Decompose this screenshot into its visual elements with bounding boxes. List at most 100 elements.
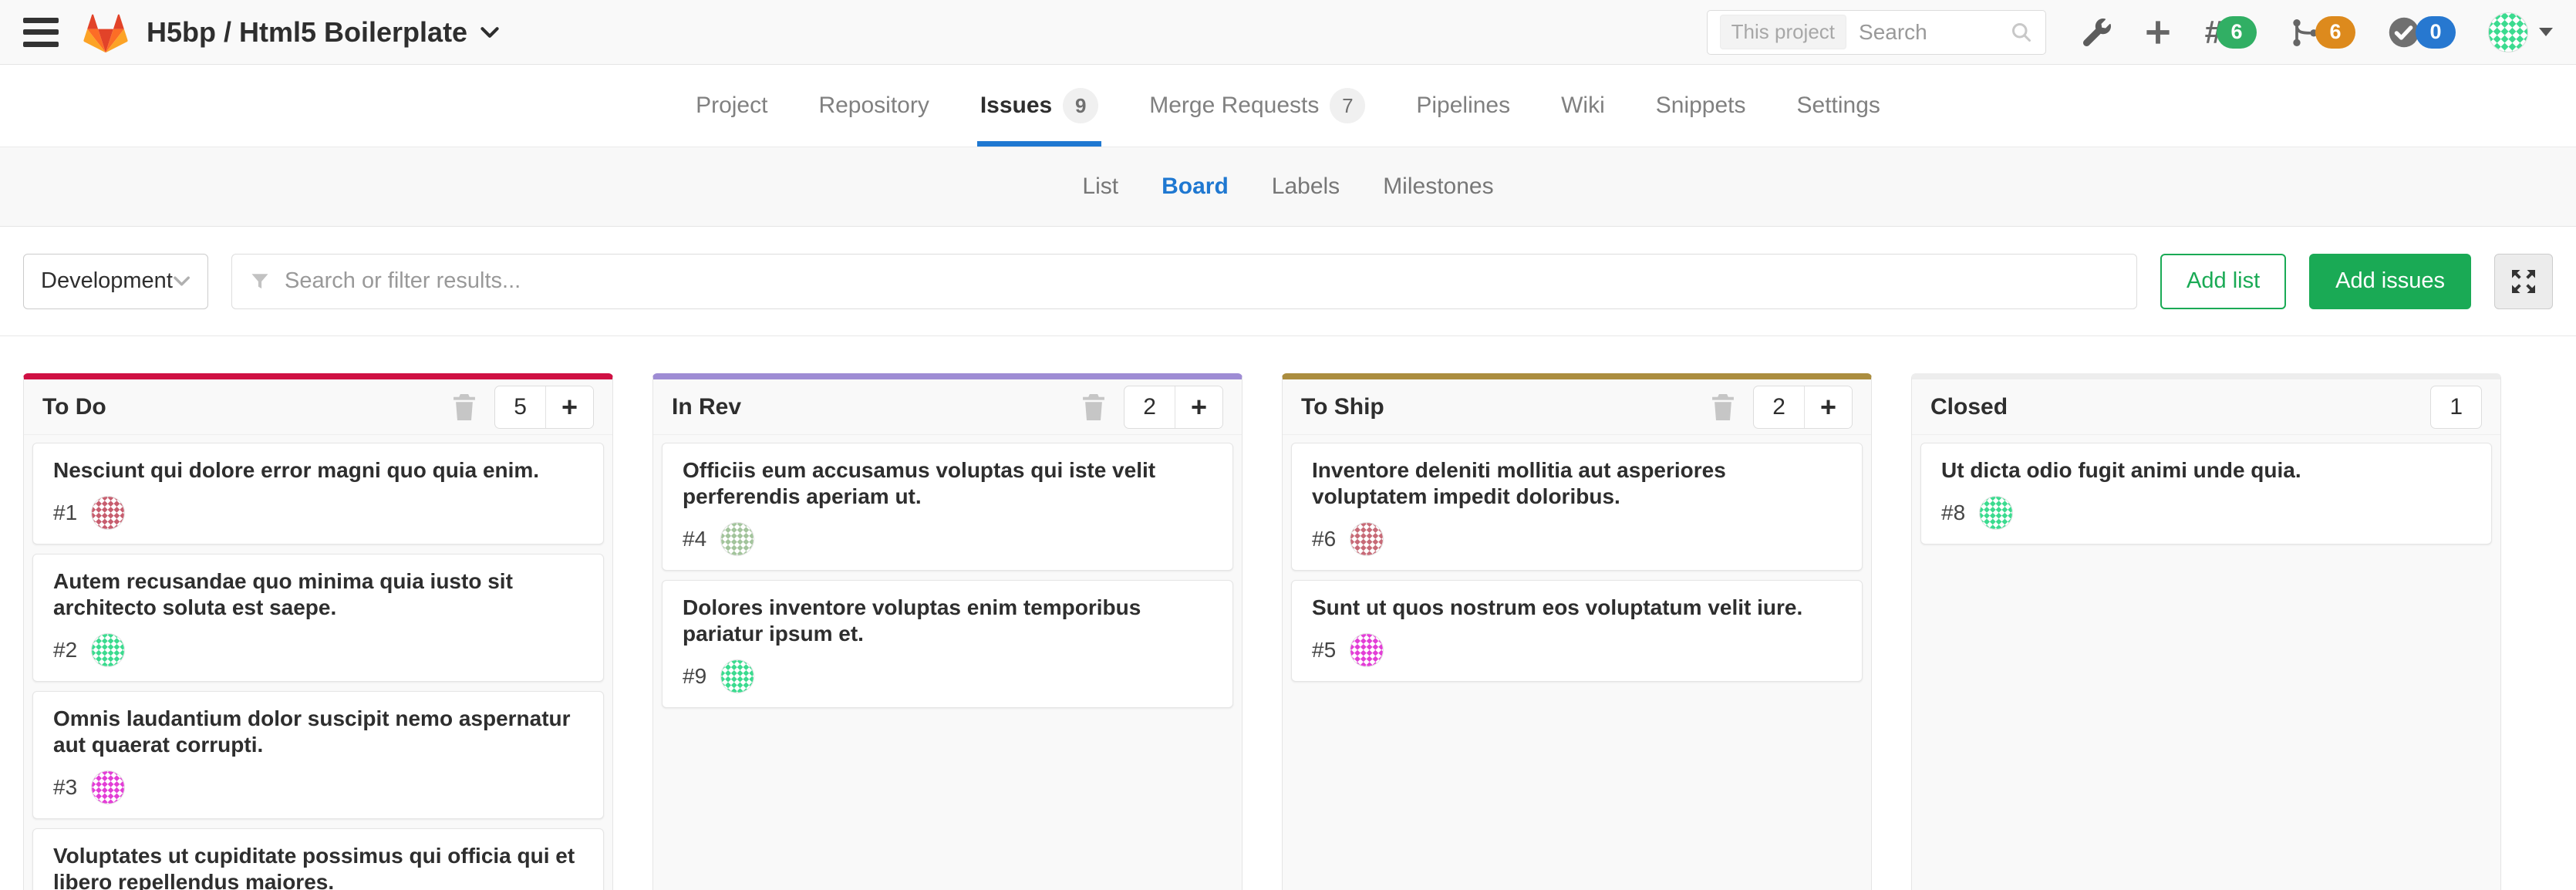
issues-counter[interactable]: # 6 — [2205, 14, 2257, 51]
project-title: H5bp / Html5 Boilerplate — [147, 16, 467, 49]
issue-card[interactable]: Sunt ut quos nostrum eos voluptatum veli… — [1291, 580, 1863, 682]
delete-list-icon[interactable] — [1710, 393, 1736, 422]
tab-wiki[interactable]: Wiki — [1558, 65, 1608, 147]
column-title: In Rev — [672, 394, 1081, 420]
new-plus-icon[interactable] — [2143, 18, 2173, 47]
board-filter-bar: Development Add list Add issues — [0, 227, 2576, 336]
add-list-button[interactable]: Add list — [2160, 254, 2286, 309]
issue-title[interactable]: Autem recusandae quo minima quia iusto s… — [53, 568, 583, 621]
subnav-labels[interactable]: Labels — [1272, 174, 1340, 200]
tab-repository[interactable]: Repository — [815, 65, 932, 147]
list-counter: 2 + — [1753, 386, 1853, 429]
chevron-down-icon — [480, 26, 500, 39]
tab-snippets[interactable]: Snippets — [1653, 65, 1749, 147]
issue-title[interactable]: Voluptates ut cupiditate possimus qui of… — [53, 843, 583, 890]
card-list: Nesciunt qui dolore error magni quo quia… — [24, 435, 612, 890]
column-title: To Do — [42, 394, 451, 420]
issues-count-badge: 6 — [2217, 16, 2257, 49]
issue-title[interactable]: Officiis eum accusamus voluptas qui iste… — [683, 457, 1212, 510]
issue-id: #8 — [1941, 501, 1965, 525]
issue-title[interactable]: Inventore deleniti mollitia aut asperior… — [1312, 457, 1842, 510]
card-list: Inventore deleniti mollitia aut asperior… — [1283, 435, 1871, 699]
chevron-down-icon — [173, 275, 191, 287]
todos-count-badge: 0 — [2416, 16, 2456, 49]
assignee-avatar — [91, 496, 125, 530]
column-header: In Rev 2 + — [653, 379, 1242, 435]
top-navbar: H5bp / Html5 Boilerplate This project Se… — [0, 0, 2576, 65]
issue-id: #2 — [53, 638, 77, 662]
issue-card[interactable]: Inventore deleniti mollitia aut asperior… — [1291, 443, 1863, 571]
list-counter: 1 — [2430, 386, 2482, 429]
fullscreen-button[interactable] — [2494, 254, 2553, 309]
admin-wrench-icon[interactable] — [2083, 19, 2111, 46]
add-issue-to-list-button[interactable]: + — [1175, 386, 1222, 428]
issue-title[interactable]: Sunt ut quos nostrum eos voluptatum veli… — [1312, 595, 1842, 621]
subnav-board[interactable]: Board — [1162, 174, 1229, 200]
issue-title[interactable]: Ut dicta odio fugit animi unde quia. — [1941, 457, 2471, 484]
column-title: To Ship — [1301, 394, 1710, 420]
hamburger-menu-icon[interactable] — [23, 18, 59, 47]
user-menu[interactable] — [2488, 12, 2553, 52]
issue-count: 2 — [1754, 386, 1804, 428]
tab-settings[interactable]: Settings — [1794, 65, 1883, 147]
issue-count: 5 — [495, 386, 545, 428]
delete-list-icon[interactable] — [451, 393, 477, 422]
issue-card[interactable]: Nesciunt qui dolore error magni quo quia… — [32, 443, 604, 544]
mr-tab-badge: 7 — [1330, 88, 1365, 123]
issue-card[interactable]: Voluptates ut cupiditate possimus qui of… — [32, 828, 604, 890]
board-column-to-ship: To Ship 2 + Inventore deleniti mollitia … — [1282, 373, 1872, 890]
add-issue-to-list-button[interactable]: + — [545, 386, 593, 428]
issue-board: To Do 5 + Nesciunt qui dolore error magn… — [0, 336, 2576, 889]
subnav-list[interactable]: List — [1082, 174, 1118, 200]
tab-issues[interactable]: Issues 9 — [977, 65, 1101, 147]
assignee-avatar — [1350, 522, 1384, 556]
board-selector-dropdown[interactable]: Development — [23, 254, 208, 309]
issue-id: #3 — [53, 775, 77, 800]
issue-id: #6 — [1312, 527, 1336, 551]
todos-counter[interactable]: 0 — [2388, 16, 2456, 49]
issue-id: #1 — [53, 501, 77, 525]
fullscreen-expand-icon — [2507, 265, 2540, 298]
issue-title[interactable]: Nesciunt qui dolore error magni quo quia… — [53, 457, 583, 484]
column-title: Closed — [1930, 394, 2430, 420]
project-nav: Project Repository Issues 9 Merge Reques… — [0, 65, 2576, 147]
issue-title[interactable]: Omnis laudantium dolor suscipit nemo asp… — [53, 706, 583, 758]
column-header: Closed 1 — [1912, 379, 2500, 435]
tab-pipelines[interactable]: Pipelines — [1413, 65, 1513, 147]
delete-list-icon[interactable] — [1081, 393, 1107, 422]
add-issue-to-list-button[interactable]: + — [1804, 386, 1852, 428]
assignee-avatar — [1350, 633, 1384, 667]
issue-card[interactable]: Omnis laudantium dolor suscipit nemo asp… — [32, 691, 604, 819]
issue-id: #4 — [683, 527, 706, 551]
board-column-closed: Closed 1 Ut dicta odio fugit animi unde … — [1911, 373, 2501, 890]
issue-card[interactable]: Autem recusandae quo minima quia iusto s… — [32, 554, 604, 682]
assignee-avatar — [1979, 496, 2013, 530]
subnav-milestones[interactable]: Milestones — [1383, 174, 1493, 200]
filter-search-input[interactable] — [285, 268, 2119, 294]
assignee-avatar — [91, 770, 125, 804]
mr-count-badge: 6 — [2315, 16, 2355, 49]
issue-card[interactable]: Ut dicta odio fugit animi unde quia. #8 — [1920, 443, 2492, 544]
issue-count: 1 — [2431, 386, 2481, 428]
column-header: To Ship 2 + — [1283, 379, 1871, 435]
column-header: To Do 5 + — [24, 379, 612, 435]
board-column-todo: To Do 5 + Nesciunt qui dolore error magn… — [23, 373, 613, 890]
search-placeholder: Search — [1859, 20, 1998, 45]
gitlab-logo-icon[interactable] — [82, 10, 130, 55]
board-column-in-rev: In Rev 2 + Officiis eum accusamus volupt… — [652, 373, 1242, 890]
card-list: Officiis eum accusamus voluptas qui iste… — [653, 435, 1242, 725]
issue-card[interactable]: Officiis eum accusamus voluptas qui iste… — [662, 443, 1233, 571]
user-avatar — [2488, 12, 2528, 52]
search-scope-chip: This project — [1720, 15, 1846, 49]
project-title-dropdown[interactable]: H5bp / Html5 Boilerplate — [147, 16, 500, 49]
issue-card[interactable]: Dolores inventore voluptas enim temporib… — [662, 580, 1233, 708]
add-issues-button[interactable]: Add issues — [2309, 254, 2471, 309]
tab-project[interactable]: Project — [693, 65, 770, 147]
merge-requests-counter[interactable]: 6 — [2289, 15, 2355, 49]
assignee-avatar — [720, 522, 754, 556]
global-search-input[interactable]: This project Search — [1707, 10, 2046, 55]
chevron-down-icon — [2539, 28, 2553, 36]
tab-merge-requests[interactable]: Merge Requests 7 — [1146, 65, 1368, 147]
issue-id: #9 — [683, 664, 706, 689]
issue-title[interactable]: Dolores inventore voluptas enim temporib… — [683, 595, 1212, 647]
